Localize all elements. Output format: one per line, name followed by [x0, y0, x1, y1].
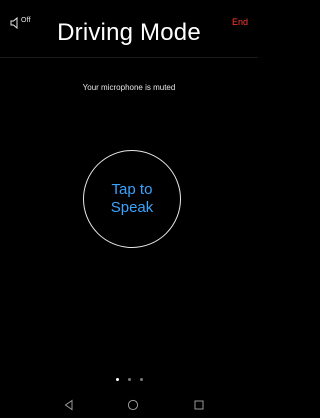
page-dot — [115, 378, 119, 381]
page-dot — [139, 378, 143, 381]
home-circle-icon — [127, 399, 139, 411]
header-divider — [0, 57, 258, 58]
page-dot — [127, 378, 131, 381]
recents-square-icon — [194, 400, 204, 410]
back-triangle-icon — [64, 399, 73, 411]
tap-to-speak-label: Tap to Speak — [110, 181, 154, 216]
page-title: Driving Mode — [57, 19, 201, 46]
app-header: Off Driving Mode End — [0, 0, 258, 57]
back-button[interactable] — [62, 398, 76, 412]
recents-button[interactable] — [192, 398, 206, 412]
end-button[interactable]: End — [232, 17, 248, 27]
tap-to-speak-button[interactable]: Tap to Speak — [83, 150, 181, 248]
home-button[interactable] — [126, 398, 140, 412]
microphone-status: Your microphone is muted — [82, 83, 176, 92]
page-indicator — [0, 378, 258, 381]
system-nav-bar — [0, 392, 258, 418]
